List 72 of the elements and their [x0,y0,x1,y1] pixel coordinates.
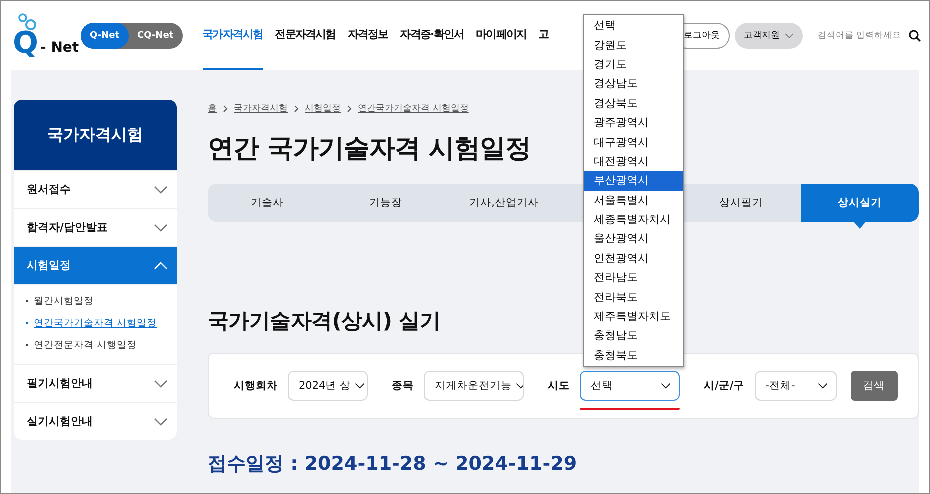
sidebar-item[interactable]: 합격자/답안발표 [14,209,177,246]
support-button[interactable]: 고객지원 [735,22,803,48]
tab[interactable]: 기능장 [326,184,445,222]
sidebar-item[interactable]: 실기시험안내 [14,403,177,440]
nav-item[interactable]: 전문자격시험 [275,1,336,70]
dropdown-option[interactable]: 울산광역시 [584,229,683,249]
breadcrumb-link[interactable]: 홈 [208,102,217,115]
dropdown-option[interactable]: 부산광역시 [584,171,683,191]
dropdown-option[interactable]: 전라남도 [584,268,683,288]
chevron-icon [154,380,168,388]
breadcrumb-link[interactable]: 국가자격시험 [234,102,288,115]
sidebar-link[interactable]: 연간전문자격 시행일정 [26,339,165,352]
search-field[interactable]: 검색어를 입력하세요 [816,30,904,42]
filter-label: 시행회차 [234,379,278,393]
dropdown-option[interactable]: 경상북도 [584,94,683,113]
tab[interactable]: 상시실기 [800,184,919,222]
sidebar-link[interactable]: 월간시험일정 [26,295,165,308]
dropdown-option[interactable]: 서울특별시 [584,190,683,210]
select-field[interactable]: 선택 [580,371,680,401]
site-switch-option[interactable]: Q-Net [81,22,128,48]
page-title: 연간 국가기술자격 시험일정 [208,133,532,166]
dropdown-option[interactable]: 경기도 [584,54,683,74]
chevron-icon [154,186,168,194]
nav-item[interactable]: 고 [538,1,549,70]
tab[interactable]: 기사,산업기사 [445,184,564,222]
dropdown-option[interactable]: 경상남도 [584,74,683,94]
logo-mark[interactable]: Q [13,28,39,58]
select-field[interactable]: -전체- [754,371,837,401]
dropdown-option[interactable]: 충청남도 [584,326,683,346]
tab[interactable]: 기술사 [208,184,326,222]
sidebar-link[interactable]: 연간국가기술자격 시험일정 [26,317,165,330]
pointer-icon [854,222,866,229]
breadcrumb-link[interactable]: 시험일정 [305,102,341,115]
nav-item[interactable]: 자격정보 [348,1,388,70]
logo-text[interactable]: - Net [40,40,80,58]
select-field[interactable]: 2024년 상 [288,371,368,401]
chevron-icon [785,32,794,40]
chevron-icon [516,382,523,390]
chevron-icon [818,382,828,390]
filter-label: 시/군/구 [704,379,745,393]
chevron-icon [154,262,168,270]
filter-label: 종목 [392,379,414,393]
dropdown-option[interactable]: 광주광역시 [584,112,683,132]
dropdown-option[interactable]: 제주특별자치도 [584,306,683,326]
chevron-icon [347,104,352,112]
tab[interactable]: 상시필기 [682,184,800,222]
chevron-icon [294,104,299,112]
select-field[interactable]: 지게차운전기능 [424,371,524,401]
chevron-icon [661,382,671,390]
sidebar-title: 국가자격시험 [14,100,177,170]
dropdown-option[interactable]: 인천광역시 [584,248,683,268]
site-switch-option[interactable]: CQ-Net [128,22,183,48]
dropdown-option[interactable]: 대구광역시 [584,132,683,152]
dropdown-option[interactable]: 세종특별자치시 [584,210,683,230]
sidebar-item[interactable]: 원서접수 [14,171,177,208]
dropdown-option[interactable]: 충청북도 [584,346,683,366]
sidebar-item[interactable]: 필기시험안내 [14,365,177,402]
nav-item[interactable]: 자격증·확인서 [400,1,464,70]
chevron-icon [154,224,168,232]
nav-item[interactable]: 마이페이지 [476,1,527,70]
schedule-heading: 접수일정 : 2024-11-28 ~ 2024-11-29 [208,452,578,477]
sidebar-item[interactable]: 시험일정 [14,247,177,284]
breadcrumb-link[interactable]: 연간국가기술자격 시험일정 [358,102,469,115]
section-title: 국가기술자격(상시) 실기 [208,308,441,335]
dropdown-option[interactable]: 전라북도 [584,287,683,307]
dropdown-option[interactable]: 대전광역시 [584,152,683,172]
chevron-icon [154,418,168,426]
chevron-icon [223,104,228,112]
filter-label: 시도 [548,379,570,393]
search-button[interactable]: 검색 [850,371,898,401]
bubbles-icon [17,12,39,30]
chevron-icon [355,382,366,390]
